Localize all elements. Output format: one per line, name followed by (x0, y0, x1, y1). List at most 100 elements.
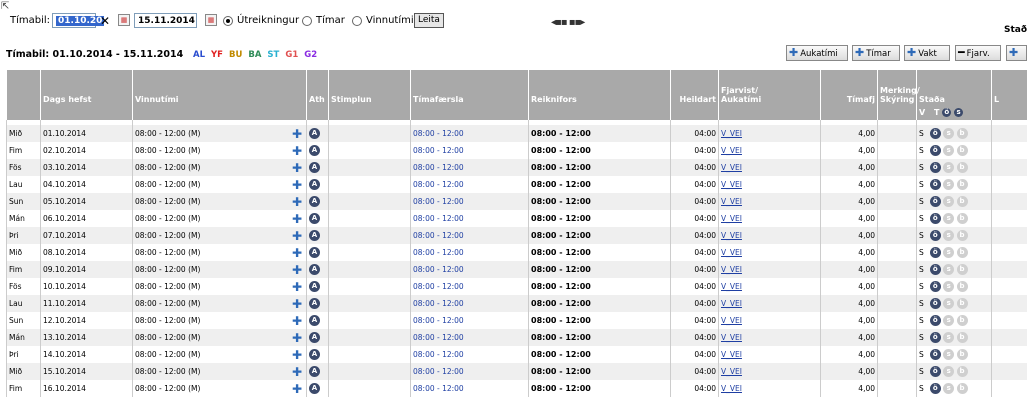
col-merking[interactable]: Merking/ Skýring (877, 70, 920, 104)
status-o-icon[interactable]: ö (929, 281, 941, 292)
status-s-icon[interactable]: s (943, 298, 955, 309)
status-s-icon[interactable]: s (943, 230, 955, 241)
status-o-icon[interactable]: ö (929, 179, 941, 190)
absence-code-link[interactable]: V_VEI (721, 180, 742, 189)
date-to-input[interactable]: 15.11.2014 (134, 13, 197, 28)
timafaersla-cell[interactable]: 08:00 - 12:00 (410, 380, 529, 397)
table-row[interactable]: Fim 09.10.2014 08:00 - 12:00 (M) ✚ A 08:00 - … (6, 261, 1027, 278)
col-reiknifors[interactable]: Reiknifors (528, 70, 671, 104)
status-o-icon[interactable]: ö (929, 315, 941, 326)
absence-code-link[interactable]: V_VEI (721, 350, 742, 359)
add-plus-icon[interactable]: ✚ (292, 247, 302, 259)
add-plus-icon[interactable]: ✚ (292, 332, 302, 344)
timafaersla-cell[interactable]: 08:00 - 12:00 (410, 261, 529, 278)
status-s-icon[interactable]: s (943, 264, 955, 275)
note-icon[interactable]: A (309, 315, 320, 326)
add-plus-icon[interactable]: ✚ (292, 179, 302, 191)
table-row[interactable]: Sun 05.10.2014 08:00 - 12:00 (M) ✚ A 08:00 - … (6, 193, 1027, 210)
absence-code-link[interactable]: V_VEI (721, 248, 742, 257)
status-o-icon[interactable]: ö (929, 230, 941, 241)
status-o-icon[interactable]: ö (929, 332, 941, 343)
note-icon[interactable]: A (309, 162, 320, 173)
period-nav-arrows-icon[interactable]: ◂▪▪ ▪▪▸ (551, 17, 585, 28)
note-icon[interactable]: A (309, 298, 320, 309)
status-s-icon[interactable]: s (943, 281, 955, 292)
table-row[interactable]: Sun 12.10.2014 08:00 - 12:00 (M) ✚ A 08:00 - … (6, 312, 1027, 329)
calendar-icon[interactable]: ▦ (118, 14, 130, 26)
add-plus-icon[interactable]: ✚ (292, 145, 302, 157)
calendar-icon[interactable]: ▦ (205, 14, 217, 26)
status-b-icon[interactable]: b (956, 349, 968, 360)
add-plus-icon[interactable]: ✚ (292, 230, 302, 242)
table-row[interactable]: Mið 15.10.2014 08:00 - 12:00 (M) ✚ A 08:00 - … (6, 363, 1027, 380)
absence-code-link[interactable]: V_VEI (721, 146, 742, 155)
note-icon[interactable]: A (309, 247, 320, 258)
absence-code-link[interactable]: V_VEI (721, 163, 742, 172)
col-timafaersla[interactable]: Tímafærsla (410, 70, 529, 104)
status-sort-icon[interactable]: ö (942, 107, 952, 117)
status-b-icon[interactable]: b (956, 247, 968, 258)
status-o-icon[interactable]: ö (929, 128, 941, 139)
note-icon[interactable]: A (309, 332, 320, 343)
status-b-icon[interactable]: b (956, 196, 968, 207)
status-s-icon[interactable]: s (943, 332, 955, 343)
timafaersla-cell[interactable]: 08:00 - 12:00 (410, 159, 529, 176)
note-icon[interactable]: A (309, 349, 320, 360)
clear-date-button[interactable]: ✕ (100, 14, 110, 28)
timafaersla-cell[interactable]: 08:00 - 12:00 (410, 329, 529, 346)
status-s-icon[interactable]: s (943, 213, 955, 224)
status-s-icon[interactable]: s (943, 128, 955, 139)
status-s-icon[interactable]: s (943, 383, 955, 394)
timafaersla-cell[interactable]: 08:00 - 12:00 (410, 278, 529, 295)
status-b-icon[interactable]: b (956, 179, 968, 190)
absence-code-link[interactable]: V_VEI (721, 384, 742, 393)
status-b-icon[interactable]: b (956, 230, 968, 241)
absence-code-link[interactable]: V_VEI (721, 265, 742, 274)
status-o-icon[interactable]: ö (929, 383, 941, 394)
note-icon[interactable]: A (309, 196, 320, 207)
add-timar-button[interactable]: ✚ Tímar (852, 45, 900, 61)
status-o-icon[interactable]: ö (929, 213, 941, 224)
status-s-icon[interactable]: s (943, 349, 955, 360)
timafaersla-cell[interactable]: 08:00 - 12:00 (410, 244, 529, 261)
timafaersla-cell[interactable]: 08:00 - 12:00 (410, 176, 529, 193)
status-b-icon[interactable]: b (956, 145, 968, 156)
radio-vinnutimi[interactable] (352, 16, 362, 26)
status-b-icon[interactable]: b (956, 162, 968, 173)
add-plus-icon[interactable]: ✚ (292, 366, 302, 378)
status-b-icon[interactable]: b (956, 281, 968, 292)
table-row[interactable]: Lau 04.10.2014 08:00 - 12:00 (M) ✚ A 08:00 - … (6, 176, 1027, 193)
add-plus-icon[interactable]: ✚ (292, 128, 302, 140)
status-b-icon[interactable]: b (956, 332, 968, 343)
add-plus-icon[interactable]: ✚ (292, 162, 302, 174)
timafaersla-cell[interactable]: 08:00 - 12:00 (410, 142, 529, 159)
absence-code-link[interactable]: V_VEI (721, 282, 742, 291)
timafaersla-cell[interactable]: 08:00 - 12:00 (410, 346, 529, 363)
search-button[interactable]: Leita (414, 13, 444, 28)
status-sort-icon[interactable]: s (954, 107, 964, 117)
add-plus-icon[interactable]: ✚ (292, 349, 302, 361)
status-s-icon[interactable]: s (943, 366, 955, 377)
absence-code-link[interactable]: V_VEI (721, 316, 742, 325)
status-o-icon[interactable]: ö (929, 264, 941, 275)
fjarv-button[interactable]: ━ Fjarv. (955, 45, 1001, 61)
add-vakt-button[interactable]: ✚ Vakt (904, 45, 950, 61)
absence-code-link[interactable]: V_VEI (721, 214, 742, 223)
status-b-icon[interactable]: b (956, 298, 968, 309)
timafaersla-cell[interactable]: 08:00 - 12:00 (410, 193, 529, 210)
col-stada[interactable]: Staða (916, 70, 992, 104)
note-icon[interactable]: A (309, 213, 320, 224)
add-plus-icon[interactable]: ✚ (292, 213, 302, 225)
status-s-icon[interactable]: s (943, 196, 955, 207)
note-icon[interactable]: A (309, 281, 320, 292)
status-o-icon[interactable]: ö (929, 366, 941, 377)
col-vinnutimi[interactable]: Vinnutími (132, 70, 307, 104)
add-plus-icon[interactable]: ✚ (292, 264, 302, 276)
add-plus-icon[interactable]: ✚ (292, 281, 302, 293)
table-row[interactable]: Lau 11.10.2014 08:00 - 12:00 (M) ✚ A 08:00 - … (6, 295, 1027, 312)
col-stimplun[interactable]: Stimplun (328, 70, 411, 104)
timafaersla-cell[interactable]: 08:00 - 12:00 (410, 312, 529, 329)
note-icon[interactable]: A (309, 128, 320, 139)
table-row[interactable]: Fim 16.10.2014 08:00 - 12:00 (M) ✚ A 08:00 - … (6, 380, 1027, 397)
absence-code-link[interactable]: V_VEI (721, 367, 742, 376)
